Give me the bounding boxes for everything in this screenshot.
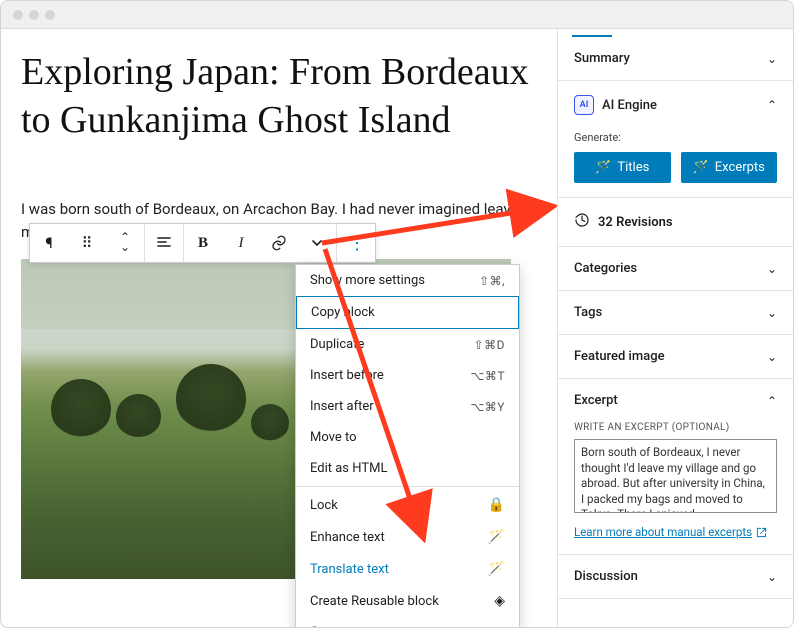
dd-show-more-settings[interactable]: Show more settings⇧⌘,: [296, 265, 519, 296]
app-window: Exploring Japan: From Bordeaux to Gunkan…: [0, 0, 794, 628]
dd-copy-block[interactable]: Copy block: [296, 296, 519, 329]
drag-handle-button[interactable]: ⠿: [68, 224, 106, 262]
settings-sidebar: Summary⌄ AIAI Engine ⌃ Generate: 🪄Titles…: [557, 29, 793, 627]
chevron-up-icon: ⌃: [767, 98, 777, 112]
panel-discussion[interactable]: Discussion⌄: [558, 555, 793, 598]
post-title[interactable]: Exploring Japan: From Bordeaux to Gunkan…: [21, 49, 537, 144]
excerpt-field-label: WRITE AN EXCERPT (OPTIONAL): [574, 422, 777, 433]
ai-icon: AI: [574, 95, 594, 115]
panel-ai-engine[interactable]: AIAI Engine ⌃: [558, 81, 793, 129]
traffic-light-zoom[interactable]: [45, 10, 55, 20]
panel-tags[interactable]: Tags⌄: [558, 291, 793, 334]
dd-insert-after[interactable]: Insert after⌥⌘Y: [296, 391, 519, 422]
generate-excerpts-button[interactable]: 🪄Excerpts: [681, 152, 778, 183]
more-rich-text-button[interactable]: [298, 224, 336, 262]
chevron-up-icon: ⌃: [767, 394, 777, 408]
chevron-down-icon: ⌄: [767, 570, 777, 584]
chevron-down-icon: ⌄: [767, 306, 777, 320]
link-button[interactable]: [260, 224, 298, 262]
dd-duplicate[interactable]: Duplicate⇧⌘D: [296, 329, 519, 360]
main-content: Exploring Japan: From Bordeaux to Gunkan…: [1, 29, 793, 627]
dd-separator: [296, 486, 519, 487]
dd-move-to[interactable]: Move to: [296, 422, 519, 453]
traffic-light-minimize[interactable]: [29, 10, 39, 20]
revisions-row[interactable]: 32 Revisions: [558, 198, 793, 247]
chevron-down-icon: ⌄: [767, 262, 777, 276]
align-button[interactable]: [145, 224, 183, 262]
chevron-down-icon: ⌄: [767, 52, 777, 66]
panel-featured-image[interactable]: Featured image⌄: [558, 335, 793, 378]
block-toolbar: ¶ ⠿ ⌃⌄ B I: [29, 223, 376, 263]
dd-enhance-text[interactable]: Enhance text🪄: [296, 521, 519, 553]
move-arrows-button[interactable]: ⌃⌄: [106, 224, 144, 262]
external-link-icon: [756, 527, 767, 538]
lock-icon: 🔒: [488, 497, 505, 513]
wand-icon: 🪄: [488, 529, 505, 545]
dd-insert-before[interactable]: Insert before⌥⌘T: [296, 360, 519, 391]
panel-excerpt[interactable]: Excerpt⌃: [558, 379, 793, 422]
generate-titles-button[interactable]: 🪄Titles: [574, 152, 671, 183]
generate-label: Generate:: [574, 131, 777, 144]
block-options-dropdown: Show more settings⇧⌘, Copy block Duplica…: [295, 264, 520, 627]
dd-create-reusable[interactable]: Create Reusable block◈: [296, 585, 519, 617]
window-titlebar: [1, 1, 793, 29]
wand-icon: 🪄: [595, 160, 611, 175]
reusable-icon: ◈: [494, 593, 505, 609]
panel-categories[interactable]: Categories⌄: [558, 247, 793, 290]
wand-icon: 🪄: [488, 561, 505, 577]
chevron-down-icon: ⌄: [767, 350, 777, 364]
dd-group[interactable]: Group: [296, 617, 519, 627]
traffic-light-close[interactable]: [13, 10, 23, 20]
options-button[interactable]: ⋮: [337, 224, 375, 262]
dd-edit-as-html[interactable]: Edit as HTML: [296, 453, 519, 484]
dd-translate-text[interactable]: Translate text🪄: [296, 553, 519, 585]
excerpt-textarea[interactable]: [574, 439, 777, 513]
block-type-button[interactable]: ¶: [30, 224, 68, 262]
italic-button[interactable]: I: [222, 224, 260, 262]
wand-icon: 🪄: [693, 160, 709, 175]
history-icon: [574, 212, 590, 232]
bold-button[interactable]: B: [184, 224, 222, 262]
dd-lock[interactable]: Lock🔒: [296, 489, 519, 521]
excerpt-help-link[interactable]: Learn more about manual excerpts: [574, 525, 767, 539]
panel-summary[interactable]: Summary⌄: [558, 37, 793, 80]
editor-area: Exploring Japan: From Bordeaux to Gunkan…: [1, 29, 557, 627]
